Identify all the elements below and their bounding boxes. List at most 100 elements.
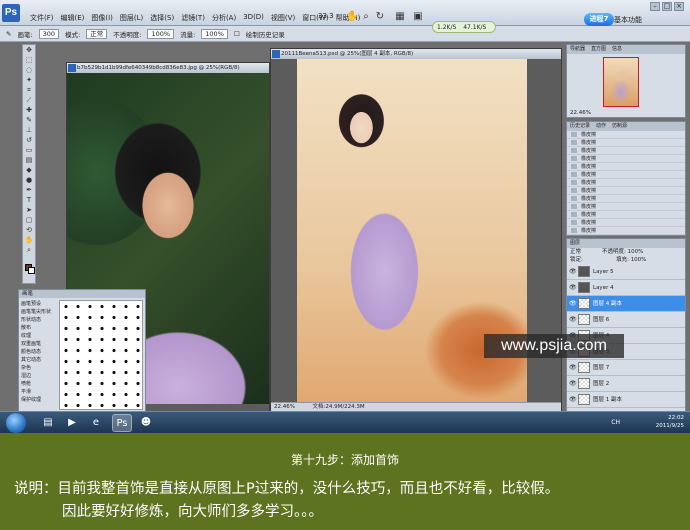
brush-setting-item[interactable]: 画笔预设 — [21, 300, 57, 308]
brush-tool-icon[interactable]: ✎ — [23, 116, 35, 125]
brush-setting-item[interactable]: 形状动态 — [21, 316, 57, 324]
zoom-select[interactable]: 33.3 — [318, 12, 334, 20]
opacity-input[interactable]: 100% — [147, 28, 175, 39]
3d-rotate-icon[interactable]: ⟲ — [23, 226, 35, 235]
speed-badge[interactable]: 进程7 — [584, 13, 614, 26]
brush-size-picker[interactable]: 300 — [38, 28, 60, 39]
tab-actions[interactable]: 动作 — [596, 122, 606, 131]
brush-setting-item[interactable]: 纹理 — [21, 332, 57, 340]
layer-row[interactable]: 👁 Layer 5 — [567, 264, 685, 280]
eye-icon[interactable]: 👁 — [569, 380, 577, 387]
tab-info[interactable]: 信息 — [612, 45, 622, 54]
close-button[interactable]: × — [674, 2, 684, 11]
brush-setting-item[interactable]: 保护纹理 — [21, 396, 57, 404]
history-state[interactable]: 橡皮擦 — [567, 155, 685, 163]
document-title-bar[interactable]: b7b529b1d1b99dfe640349b8cd836e83.jpg @ 2… — [67, 63, 269, 73]
move-tool-icon[interactable]: ✥ — [23, 46, 35, 55]
screen-mode-icon[interactable]: ▣ — [412, 11, 424, 23]
minimize-button[interactable]: – — [650, 2, 660, 11]
status-zoom[interactable]: 22.46% — [274, 404, 295, 410]
tab-history[interactable]: 历史记录 — [570, 122, 590, 131]
magic-wand-icon[interactable]: ✦ — [23, 76, 35, 85]
flow-input[interactable]: 100% — [201, 28, 228, 39]
history-state[interactable]: 橡皮擦 — [567, 179, 685, 187]
menu-image[interactable]: 图像(I) — [91, 13, 113, 23]
brush-setting-item[interactable]: 散布 — [21, 324, 57, 332]
history-state[interactable]: 橡皮擦 — [567, 187, 685, 195]
eyedropper-icon[interactable]: ⟋ — [23, 96, 35, 105]
arrange-icon[interactable]: ▦ — [394, 11, 406, 23]
menu-layer[interactable]: 图层(L) — [120, 13, 143, 23]
history-state[interactable]: 橡皮擦 — [567, 147, 685, 155]
layer-opacity-input[interactable]: 100% — [628, 249, 644, 255]
blur-tool-icon[interactable]: ◆ — [23, 166, 35, 175]
zoom-tool-icon[interactable]: ⌕ — [23, 246, 35, 255]
history-state[interactable]: 橡皮擦 — [567, 139, 685, 147]
ie-icon[interactable]: e — [86, 414, 106, 432]
rotate-icon[interactable]: ↻ — [374, 11, 386, 23]
brush-setting-item[interactable]: 其它动态 — [21, 356, 57, 364]
menu-select[interactable]: 选择(S) — [150, 13, 174, 23]
media-icon[interactable]: ▶ — [62, 414, 82, 432]
mode-select[interactable]: 正常 — [86, 28, 108, 39]
dodge-tool-icon[interactable]: ● — [23, 176, 35, 185]
system-clock[interactable]: 22:02 2011/9/25 — [656, 414, 684, 430]
brush-setting-item[interactable]: 杂色 — [21, 364, 57, 372]
menu-view[interactable]: 视图(V) — [271, 13, 295, 23]
tab-navigator[interactable]: 导航器 — [570, 45, 585, 54]
zoom-tool-icon[interactable]: ⌕ — [360, 11, 372, 23]
path-select-icon[interactable]: ➤ — [23, 206, 35, 215]
layer-row[interactable]: 👁 图层 7 — [567, 360, 685, 376]
healing-brush-icon[interactable]: ✚ — [23, 106, 35, 115]
eye-icon[interactable]: 👁 — [569, 284, 577, 291]
explorer-icon[interactable]: ▤ — [38, 414, 58, 432]
history-state[interactable]: 橡皮擦 — [567, 227, 685, 235]
menu-edit[interactable]: 编辑(E) — [61, 13, 85, 23]
layer-row[interactable]: 👁 图层 2 — [567, 376, 685, 392]
type-tool-icon[interactable]: T — [23, 196, 35, 205]
lasso-tool-icon[interactable]: ◌ — [23, 66, 35, 75]
brush-setting-item[interactable]: 双重画笔 — [21, 340, 57, 348]
layer-row[interactable]: 👁 Layer 4 — [567, 280, 685, 296]
navigator-thumbnail[interactable] — [603, 57, 639, 107]
maximize-button[interactable]: □ — [662, 2, 672, 11]
brush-setting-item[interactable]: 颜色动态 — [21, 348, 57, 356]
eye-icon[interactable]: 👁 — [569, 300, 577, 307]
brush-tool-icon[interactable]: ✎ — [6, 30, 11, 38]
eye-icon[interactable]: 👁 — [569, 396, 577, 403]
layer-row[interactable]: 👁 图层 1 副本 — [567, 392, 685, 408]
layer-row[interactable]: 👁 图层 6 — [567, 312, 685, 328]
navigator-zoom[interactable]: 22.46% — [570, 110, 591, 116]
eye-icon[interactable]: 👁 — [569, 268, 577, 275]
eye-icon[interactable]: 👁 — [569, 316, 577, 323]
start-button[interactable] — [6, 413, 26, 433]
layer-fill-input[interactable]: 100% — [631, 257, 647, 263]
blend-mode-select[interactable]: 正常 — [570, 249, 581, 255]
history-checkbox[interactable]: ☐ — [234, 30, 240, 38]
brush-setting-item[interactable]: 喷枪 — [21, 380, 57, 388]
shape-tool-icon[interactable]: ▢ — [23, 216, 35, 225]
tab-layers[interactable]: 图层 — [570, 239, 580, 248]
brush-setting-item[interactable]: 画笔笔尖形状 — [21, 308, 57, 316]
eraser-icon[interactable]: ▭ — [23, 146, 35, 155]
document-title-bar[interactable]: 20111Beena513.psd @ 25%(图层 4 副本, RGB/8) — [271, 49, 561, 59]
crop-tool-icon[interactable]: ⌗ — [23, 86, 35, 95]
qq-icon[interactable]: ☻ — [136, 414, 156, 432]
brush-tip-grid[interactable] — [59, 300, 143, 410]
tab-clone-source[interactable]: 仿制源 — [612, 122, 627, 131]
brushes-panel-title[interactable]: 画笔 — [19, 290, 145, 298]
photoshop-icon[interactable]: Ps — [112, 414, 132, 432]
menu-filter[interactable]: 滤镜(T) — [181, 13, 205, 23]
history-brush-icon[interactable]: ↺ — [23, 136, 35, 145]
background-color-swatch[interactable] — [28, 267, 35, 274]
hand-tool-icon[interactable]: ✋ — [23, 236, 35, 245]
history-state[interactable]: 橡皮擦 — [567, 171, 685, 179]
history-state[interactable]: 橡皮擦 — [567, 211, 685, 219]
eye-icon[interactable]: 👁 — [569, 364, 577, 371]
brush-setting-item[interactable]: 平滑 — [21, 388, 57, 396]
history-state[interactable]: 橡皮擦 — [567, 195, 685, 203]
history-state[interactable]: 橡皮擦 — [567, 131, 685, 139]
tab-histogram[interactable]: 直方图 — [591, 45, 606, 54]
pen-tool-icon[interactable]: ✒ — [23, 186, 35, 195]
clone-stamp-icon[interactable]: ⊥ — [23, 126, 35, 135]
